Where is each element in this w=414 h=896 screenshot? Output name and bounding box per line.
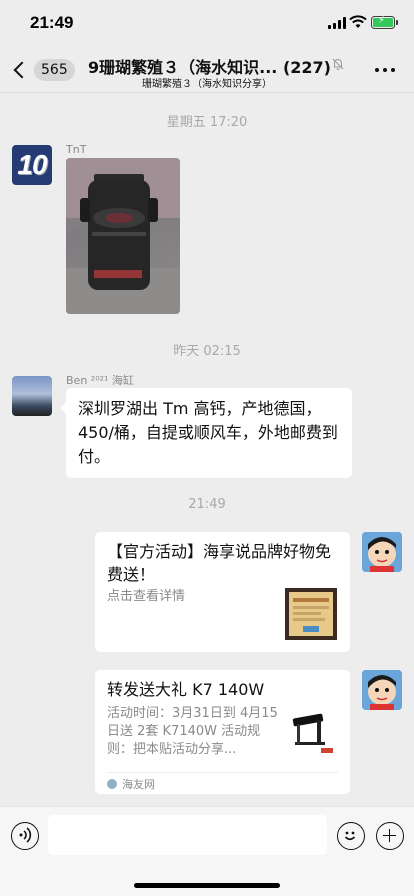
message-input[interactable] xyxy=(48,815,327,855)
photo-message[interactable] xyxy=(66,158,180,314)
cartoon-avatar-image xyxy=(362,532,402,572)
chat-nav-bar: 565 9珊瑚繁殖３（海水知识... (227) 珊瑚繁殖３（海水知识分享） xyxy=(0,48,414,92)
dot-icon xyxy=(383,68,387,72)
voice-wave-icon xyxy=(19,827,32,843)
wifi-icon xyxy=(349,15,367,28)
chat-timestamp: 昨天 02:15 xyxy=(173,344,241,359)
status-time: 21:49 xyxy=(30,13,74,32)
avatar-label: 10 xyxy=(17,149,47,180)
battery-cap xyxy=(396,20,398,25)
avatar-tnt[interactable]: 10 xyxy=(12,145,52,185)
card-description: 点击查看详情 xyxy=(107,589,186,604)
card-title: 【官方活动】海享说品牌好物免费送！ xyxy=(107,542,332,584)
chat-subtitle: 珊瑚繁殖３（海水知识分享） xyxy=(142,79,272,90)
cellular-signal-icon xyxy=(328,17,346,29)
chat-timestamp: 星期五 17:20 xyxy=(166,115,248,130)
card-thumbnail xyxy=(285,588,337,640)
add-attachment-button[interactable] xyxy=(376,822,404,850)
sender-name: Ben ²⁰²¹ 海缸 xyxy=(66,374,134,387)
cartoon-avatar-image xyxy=(362,670,402,710)
card-thumbnail-image xyxy=(289,592,333,636)
dot-icon xyxy=(391,68,395,72)
mute-bell-icon xyxy=(332,58,344,70)
dot-icon xyxy=(375,68,379,72)
more-options-button[interactable] xyxy=(375,68,395,72)
avatar-self[interactable] xyxy=(362,670,402,710)
card-description: 活动时间：3月31日到 4月15日送 2套 K7140W 活动规则：把本贴活动分… xyxy=(107,706,278,757)
chat-timestamp: 21:49 xyxy=(188,497,226,512)
card-title: 转发送大礼 K7 140W xyxy=(107,680,265,699)
sender-name: TnT xyxy=(66,143,87,156)
avatar-self[interactable] xyxy=(362,532,402,572)
link-card-1[interactable]: 【官方活动】海享说品牌好物免费送！ 点击查看详情 xyxy=(95,532,350,652)
voice-input-button[interactable] xyxy=(11,822,39,850)
source-logo-icon xyxy=(107,778,117,789)
battery-icon: ⚡ xyxy=(371,15,395,29)
text-message-bubble[interactable]: 深圳罗湖出 Tm 高钙，产地德国，450/桶，自提或顺风车，外地邮费到付。 xyxy=(60,388,352,478)
smiley-icon xyxy=(344,831,356,841)
home-indicator xyxy=(134,883,280,888)
status-bar: 21:49 ⚡ xyxy=(0,0,414,48)
nav-divider xyxy=(0,92,414,93)
avatar-ben[interactable] xyxy=(12,376,52,416)
card-source-footer: 海友网 xyxy=(107,772,338,794)
card-source: 海友网 xyxy=(122,777,155,791)
product-photo xyxy=(66,158,180,314)
aquarium-light-image xyxy=(292,713,333,753)
card-thumbnail xyxy=(285,706,337,758)
link-card-2[interactable]: 转发送大礼 K7 140W 活动时间：3月31日到 4月15日送 2套 K714… xyxy=(95,670,350,794)
emoji-button[interactable] xyxy=(337,822,365,850)
